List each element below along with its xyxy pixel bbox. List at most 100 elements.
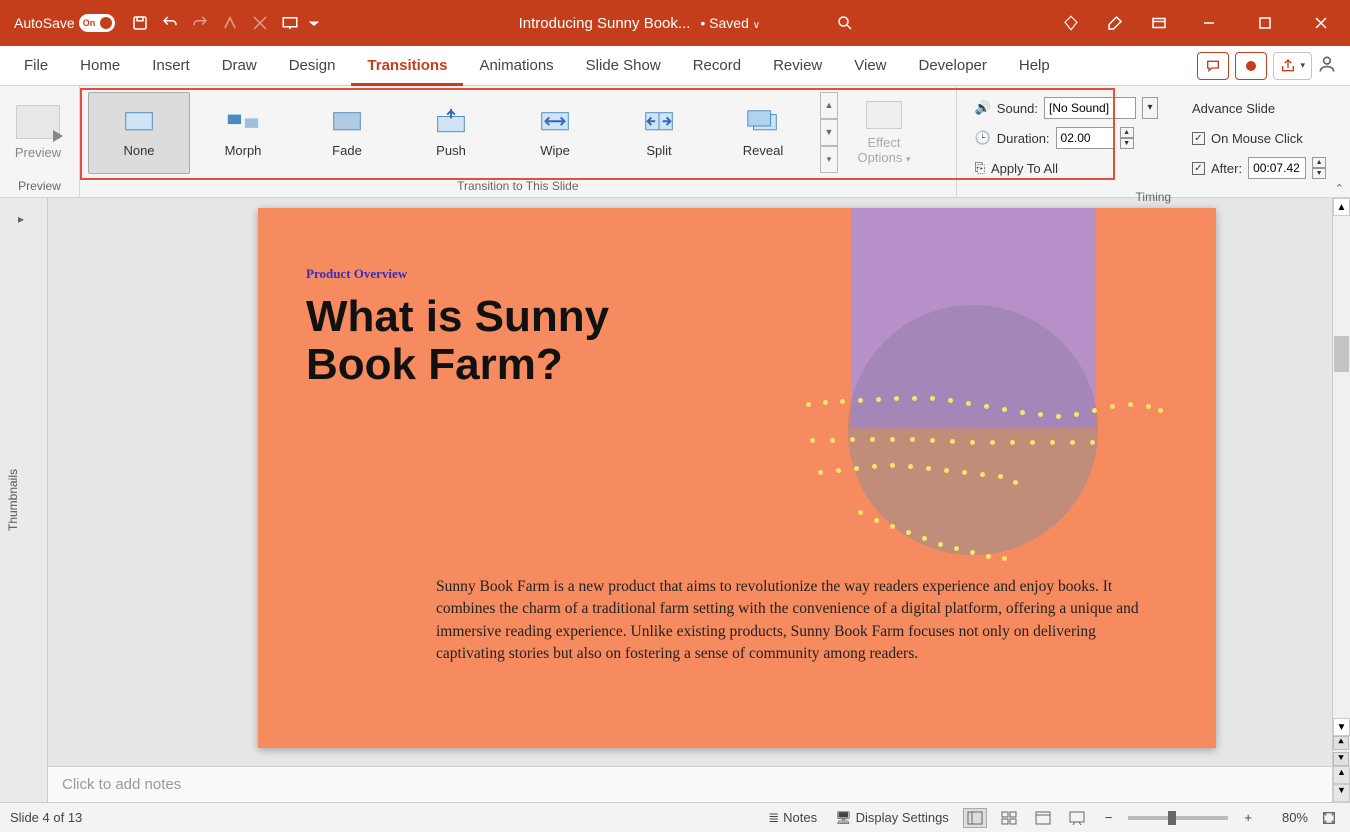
gallery-scroll-up[interactable]: ▲ (820, 92, 838, 119)
close-button[interactable] (1300, 8, 1342, 38)
zoom-level[interactable]: 80% (1268, 810, 1308, 825)
record-button[interactable] (1235, 52, 1267, 80)
tab-slideshow[interactable]: Slide Show (570, 46, 677, 86)
redo-icon[interactable] (185, 8, 215, 38)
qat-more-icon[interactable] (305, 8, 323, 38)
thumbnails-label: Thumbnails (6, 469, 20, 531)
decorative-circle-overlay (848, 430, 1098, 555)
vertical-scrollbar[interactable]: ▲ ▼ ⯅ ⯆ (1332, 198, 1350, 766)
autosave-toggle[interactable]: On (79, 14, 115, 32)
duration-up[interactable]: ▲ (1120, 127, 1134, 138)
notes-scroll-down[interactable]: ▼ (1333, 784, 1350, 802)
after-down[interactable]: ▼ (1312, 168, 1326, 179)
zoom-out-button[interactable]: − (1099, 810, 1119, 825)
notes-scroll-up[interactable]: ▲ (1333, 766, 1350, 784)
tab-view[interactable]: View (838, 46, 902, 86)
after-label: After: (1211, 161, 1242, 176)
tab-transitions[interactable]: Transitions (351, 46, 463, 86)
account-icon[interactable] (1312, 54, 1342, 78)
sound-icon: 🔊 (975, 100, 991, 116)
tab-record[interactable]: Record (677, 46, 757, 86)
quick-icon-1[interactable] (215, 8, 245, 38)
quick-icon-2[interactable] (245, 8, 275, 38)
tab-review[interactable]: Review (757, 46, 838, 86)
transition-push[interactable]: Push (400, 92, 502, 174)
sorter-view-icon[interactable] (997, 808, 1021, 828)
tab-design[interactable]: Design (273, 46, 352, 86)
collapse-ribbon-icon[interactable]: ⌃ (1335, 182, 1344, 195)
reading-view-icon[interactable] (1031, 808, 1055, 828)
display-settings-button[interactable]: 🖥Display Settings (831, 808, 953, 828)
document-title: Introducing Sunny Book... (519, 15, 691, 32)
sound-select[interactable] (1044, 97, 1136, 119)
slide-overline[interactable]: Product Overview (306, 266, 407, 282)
fit-to-window-icon[interactable] (1318, 808, 1340, 828)
scroll-thumb[interactable] (1334, 336, 1349, 372)
notes-pane[interactable]: Click to add notes (48, 766, 1332, 802)
scroll-up-icon[interactable]: ▲ (1333, 198, 1350, 216)
thumbnails-panel[interactable]: ▸ Thumbnails (0, 198, 48, 802)
after-checkbox[interactable]: ✓ (1192, 162, 1205, 175)
share-button[interactable]: ▾ (1273, 52, 1312, 80)
transition-none[interactable]: None (88, 92, 190, 174)
slide-heading[interactable]: What is SunnyBook Farm? (306, 293, 609, 390)
advance-slide-label: Advance Slide (1192, 96, 1332, 120)
save-icon[interactable] (125, 8, 155, 38)
transition-gallery: None Morph Fade Push Wipe (88, 92, 838, 174)
ribbon: Preview Preview None Morph Fade (0, 86, 1350, 198)
transition-group-label: Transition to This Slide (80, 179, 956, 197)
effect-options-button: Effect Options ▾ (848, 101, 920, 165)
transition-reveal[interactable]: Reveal (712, 92, 814, 174)
comments-button[interactable] (1197, 52, 1229, 80)
slide[interactable]: Product Overview What is SunnyBook Farm?… (258, 208, 1216, 748)
transition-morph[interactable]: Morph (192, 92, 294, 174)
zoom-slider[interactable] (1128, 816, 1228, 820)
present-icon[interactable] (275, 8, 305, 38)
minimize-button[interactable] (1188, 8, 1230, 38)
transition-split[interactable]: Split (608, 92, 710, 174)
scroll-down-icon[interactable]: ▼ (1333, 718, 1350, 736)
window-icon[interactable] (1144, 8, 1174, 38)
tab-home[interactable]: Home (64, 46, 136, 86)
zoom-in-button[interactable]: + (1238, 810, 1258, 825)
save-status[interactable]: • Saved ∨ (700, 15, 760, 31)
tab-animations[interactable]: Animations (463, 46, 569, 86)
main-area: ▸ Thumbnails Product Overview What is Su… (0, 198, 1350, 802)
prev-slide-icon[interactable]: ⯅ (1333, 736, 1349, 750)
thumbnails-expand-icon[interactable]: ▸ (18, 212, 24, 226)
brush-icon[interactable] (1100, 8, 1130, 38)
tab-insert[interactable]: Insert (136, 46, 206, 86)
transition-wipe[interactable]: Wipe (504, 92, 606, 174)
apply-to-all-button[interactable]: ⎘ Apply To All (975, 156, 1158, 180)
tab-help[interactable]: Help (1003, 46, 1066, 86)
transition-fade[interactable]: Fade (296, 92, 398, 174)
tab-developer[interactable]: Developer (903, 46, 1003, 86)
tab-file[interactable]: File (8, 46, 64, 86)
preview-button[interactable]: Preview (8, 105, 68, 160)
mouse-click-checkbox[interactable]: ✓ (1192, 132, 1205, 145)
slide-canvas[interactable]: Product Overview What is SunnyBook Farm?… (48, 198, 1332, 766)
gallery-scroll-down[interactable]: ▼ (820, 119, 838, 146)
ribbon-tabs: File Home Insert Draw Design Transitions… (0, 46, 1350, 86)
tab-draw[interactable]: Draw (206, 46, 273, 86)
notes-button[interactable]: ≣Notes (764, 808, 821, 828)
gallery-expand[interactable]: ▾ (820, 146, 838, 173)
duration-input[interactable] (1056, 127, 1114, 149)
normal-view-icon[interactable] (963, 808, 987, 828)
next-slide-icon[interactable]: ⯆ (1333, 752, 1349, 766)
undo-icon[interactable] (155, 8, 185, 38)
search-icon[interactable] (830, 8, 860, 38)
autosave-label: AutoSave (14, 15, 75, 31)
after-up[interactable]: ▲ (1312, 157, 1326, 168)
slide-body[interactable]: Sunny Book Farm is a new product that ai… (436, 576, 1146, 666)
diamond-icon[interactable] (1056, 8, 1086, 38)
after-input[interactable] (1248, 157, 1306, 179)
slideshow-view-icon[interactable] (1065, 808, 1089, 828)
notes-placeholder: Click to add notes (62, 776, 181, 793)
maximize-button[interactable] (1244, 8, 1286, 38)
slide-counter[interactable]: Slide 4 of 13 (10, 810, 764, 825)
preview-group-label: Preview (0, 179, 79, 197)
sound-label: Sound: (997, 101, 1038, 116)
duration-down[interactable]: ▼ (1120, 138, 1134, 149)
sound-dropdown[interactable]: ▾ (1142, 97, 1158, 119)
